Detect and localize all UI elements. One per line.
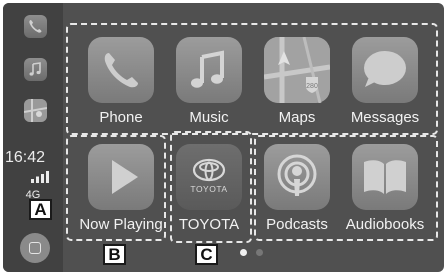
app-now-playing[interactable]: Now Playing <box>77 144 165 233</box>
page-dot-current[interactable] <box>240 249 247 256</box>
sidebar-phone-app[interactable] <box>24 15 47 38</box>
messages-icon <box>364 51 406 87</box>
app-maps[interactable]: 280 Maps <box>253 37 341 126</box>
phone-icon <box>104 53 138 88</box>
app-label: Podcasts <box>266 216 328 233</box>
podcasts-icon <box>277 154 317 196</box>
callout-a: A <box>29 199 52 220</box>
app-podcasts[interactable]: Podcasts <box>253 144 341 233</box>
app-audiobooks[interactable]: Audiobooks <box>341 144 429 233</box>
sidebar-maps-app[interactable] <box>24 99 47 122</box>
book-icon <box>364 160 406 194</box>
app-tile <box>352 144 418 210</box>
app-tile <box>352 37 418 103</box>
music-icon <box>29 62 41 76</box>
maps-icon <box>24 99 47 122</box>
app-phone[interactable]: Phone <box>77 37 165 126</box>
home-button-icon <box>29 242 41 254</box>
callout-b: B <box>103 244 126 265</box>
app-music[interactable]: Music <box>165 37 253 126</box>
maps-icon: 280 <box>264 37 330 103</box>
carplay-screen: 16:42 4G Phone Music 280 Maps Messages N… <box>3 3 444 272</box>
app-label: TOYOTA <box>178 216 240 233</box>
app-label: Music <box>189 109 229 126</box>
music-icon <box>191 50 224 88</box>
app-toyota[interactable]: TOYOTA TOYOTA <box>165 144 253 233</box>
app-tile <box>88 144 154 210</box>
toyota-logo-text: TOYOTA <box>190 184 227 194</box>
sidebar: 16:42 4G <box>3 3 63 272</box>
svg-text:280: 280 <box>306 83 318 90</box>
app-tile <box>264 144 330 210</box>
home-button[interactable] <box>20 233 50 263</box>
sidebar-music-app[interactable] <box>24 58 47 81</box>
app-tile <box>88 37 154 103</box>
clock: 16:42 <box>5 149 46 166</box>
app-label: Audiobooks <box>345 216 425 233</box>
phone-icon <box>29 20 42 33</box>
app-tile: TOYOTA <box>176 144 242 210</box>
callout-c: C <box>195 244 218 265</box>
app-label: Phone <box>99 109 143 126</box>
signal-strength-icon <box>31 171 49 183</box>
app-tile: 280 <box>264 37 330 103</box>
app-tile <box>176 37 242 103</box>
app-messages[interactable]: Messages <box>341 37 429 126</box>
app-label: Now Playing <box>79 216 163 233</box>
toyota-icon: TOYOTA <box>190 158 227 194</box>
page-dot[interactable] <box>256 249 263 256</box>
app-label: Maps <box>278 109 316 126</box>
app-label: Messages <box>350 109 420 126</box>
play-icon <box>112 160 138 194</box>
